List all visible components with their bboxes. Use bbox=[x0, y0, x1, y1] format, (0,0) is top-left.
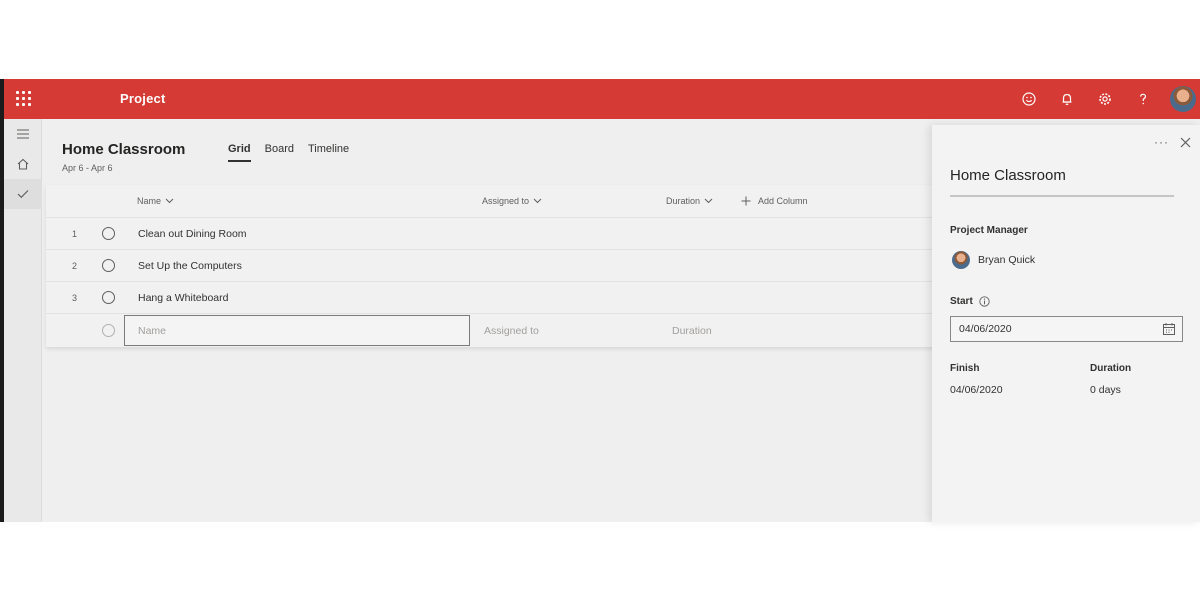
chevron-down-icon bbox=[704, 198, 713, 204]
column-header-duration[interactable]: Duration bbox=[666, 196, 713, 206]
row-number: 1 bbox=[72, 229, 78, 239]
bell-icon[interactable] bbox=[1048, 79, 1086, 119]
app-title[interactable]: Project bbox=[120, 91, 165, 106]
task-grid: Name Assigned to Duration Add Column 1 C… bbox=[46, 185, 934, 347]
info-icon[interactable] bbox=[979, 296, 990, 307]
table-row[interactable]: 1 Clean out Dining Room bbox=[46, 217, 934, 249]
tab-grid[interactable]: Grid bbox=[228, 143, 251, 162]
new-task-duration-field[interactable]: Duration bbox=[672, 325, 712, 337]
project-dates: Apr 6 - Apr 6 bbox=[62, 163, 113, 173]
plus-icon bbox=[741, 196, 751, 206]
new-task-name-input[interactable] bbox=[124, 315, 470, 346]
new-task-row: Assigned to Duration bbox=[46, 313, 934, 347]
column-header-name[interactable]: Name bbox=[137, 196, 174, 206]
complete-task-circle-icon[interactable] bbox=[102, 227, 115, 240]
project-title: Home Classroom bbox=[62, 141, 186, 158]
gear-icon[interactable] bbox=[1086, 79, 1124, 119]
duration-label: Duration bbox=[1090, 363, 1132, 374]
main-content: Home Classroom Apr 6 - Apr 6 Grid Board … bbox=[42, 119, 934, 522]
chevron-down-icon bbox=[165, 198, 174, 204]
app-launcher-icon[interactable] bbox=[16, 91, 32, 107]
complete-task-circle-icon[interactable] bbox=[102, 259, 115, 272]
top-bar: Project bbox=[4, 79, 1200, 119]
view-tabs: Grid Board Timeline bbox=[228, 143, 349, 162]
complete-task-circle-icon[interactable] bbox=[102, 291, 115, 304]
start-date-input[interactable] bbox=[951, 317, 1151, 341]
start-date-field[interactable] bbox=[950, 316, 1183, 342]
panel-project-title[interactable]: Home Classroom bbox=[950, 167, 1174, 197]
add-column-button[interactable]: Add Column bbox=[741, 196, 808, 206]
column-header-assigned[interactable]: Assigned to bbox=[482, 196, 542, 206]
header-actions bbox=[1010, 79, 1200, 119]
tab-board[interactable]: Board bbox=[265, 143, 294, 161]
checkmark-icon[interactable] bbox=[4, 179, 42, 209]
new-task-circle-icon bbox=[102, 324, 115, 337]
finish-value: 04/06/2020 bbox=[950, 384, 1003, 396]
row-number: 3 bbox=[72, 293, 78, 303]
start-label: Start bbox=[950, 296, 973, 307]
task-name[interactable]: Hang a Whiteboard bbox=[138, 292, 228, 304]
more-options-icon[interactable]: ··· bbox=[1154, 135, 1169, 149]
task-name[interactable]: Set Up the Computers bbox=[138, 260, 242, 272]
hamburger-icon[interactable] bbox=[4, 119, 42, 149]
project-manager-name: Bryan Quick bbox=[978, 254, 1036, 266]
column-header-assigned-label: Assigned to bbox=[482, 196, 530, 206]
start-label-group: Start bbox=[950, 296, 990, 307]
grid-header: Name Assigned to Duration Add Column bbox=[46, 185, 934, 217]
left-rail bbox=[4, 119, 42, 522]
smiley-icon[interactable] bbox=[1010, 79, 1048, 119]
table-row[interactable]: 3 Hang a Whiteboard bbox=[46, 281, 934, 313]
column-header-duration-label: Duration bbox=[666, 196, 701, 206]
finish-label: Finish bbox=[950, 363, 980, 374]
app-window: Project Home Classroom Apr 6 - Apr 6 Gri… bbox=[0, 79, 1200, 522]
project-manager[interactable]: Bryan Quick bbox=[952, 251, 1035, 269]
duration-value: 0 days bbox=[1090, 384, 1121, 396]
new-task-assigned-field[interactable]: Assigned to bbox=[484, 325, 539, 337]
row-number: 2 bbox=[72, 261, 78, 271]
task-name[interactable]: Clean out Dining Room bbox=[138, 228, 247, 240]
chevron-down-icon bbox=[533, 198, 542, 204]
add-column-label: Add Column bbox=[758, 196, 808, 206]
column-header-name-label: Name bbox=[137, 196, 162, 206]
home-icon[interactable] bbox=[4, 149, 42, 179]
avatar[interactable] bbox=[1170, 86, 1196, 112]
avatar bbox=[952, 251, 970, 269]
close-icon[interactable] bbox=[1180, 135, 1191, 153]
help-icon[interactable] bbox=[1124, 79, 1162, 119]
calendar-icon[interactable] bbox=[1162, 322, 1176, 336]
table-row[interactable]: 2 Set Up the Computers bbox=[46, 249, 934, 281]
project-manager-label: Project Manager bbox=[950, 225, 1028, 236]
tab-timeline[interactable]: Timeline bbox=[308, 143, 349, 161]
project-details-panel: ··· Home Classroom Project Manager Bryan… bbox=[932, 125, 1200, 522]
